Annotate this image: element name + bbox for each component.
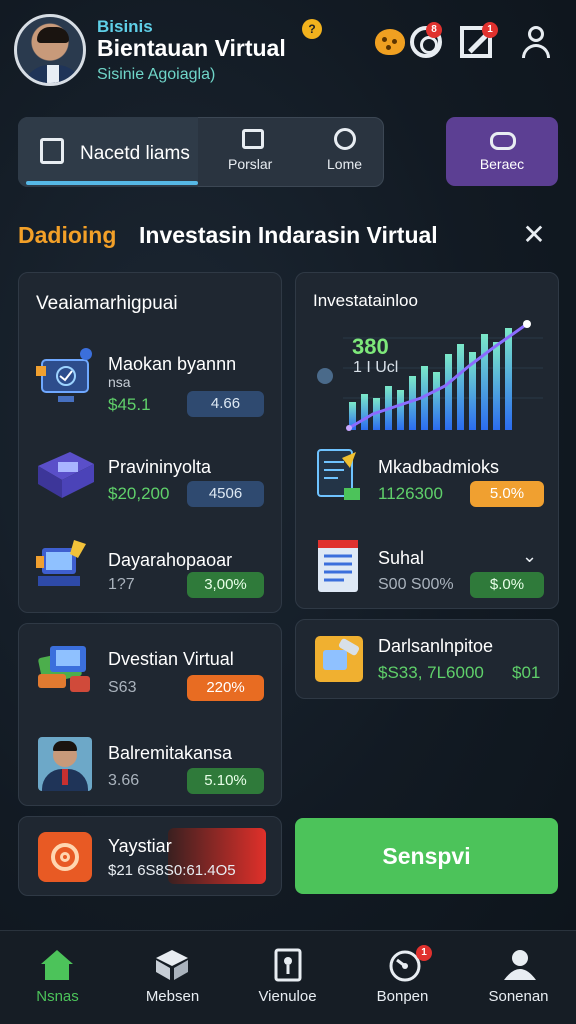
- card-title: Veaiamarhigpuai: [36, 293, 178, 314]
- item-name: Dayarahopaoar: [108, 550, 233, 570]
- item-name: Balremitakansa: [108, 743, 233, 763]
- item-name: Mkadbadmioks: [378, 457, 500, 477]
- tab-label-portfolio[interactable]: Porslar: [228, 156, 272, 172]
- item-name: Darlsanlnpitoe: [378, 636, 494, 656]
- item-name: Maokan byannn: [108, 354, 237, 374]
- item-pill[interactable]: 4506: [187, 481, 264, 507]
- nav-label-box[interactable]: Mebsen: [115, 988, 230, 1005]
- item-pill[interactable]: 5.0%: [470, 481, 544, 507]
- cookie-icon[interactable]: [372, 24, 408, 60]
- report-icon: [318, 540, 358, 592]
- item-sub: nsa: [108, 374, 131, 390]
- section-title: Investasin Indarasin Virtual: [139, 222, 438, 248]
- tools-icon: [315, 636, 363, 682]
- item-value: $21 6S8S0:61.4O5: [108, 862, 236, 879]
- server-icon: [38, 452, 94, 498]
- tab-label-active[interactable]: Nacetd liams: [80, 143, 190, 165]
- primary-action-button[interactable]: Senspvi: [295, 818, 558, 894]
- growth-chart: [317, 320, 543, 431]
- cash-icon: [38, 646, 90, 692]
- portfolio-icon[interactable]: [242, 129, 264, 149]
- item-value: 1126300: [378, 484, 443, 503]
- swirl-icon: [38, 832, 92, 882]
- item-pill[interactable]: 4.66: [187, 391, 264, 417]
- person-icon[interactable]: [334, 128, 356, 150]
- document-chart-icon: [317, 449, 360, 500]
- item-name: Dvestian Virtual: [108, 649, 234, 669]
- app-subtitle: Sisinie Agoiagla): [97, 66, 216, 83]
- box-icon[interactable]: [154, 948, 190, 982]
- chat-icon: [490, 132, 516, 150]
- nav-label-timer[interactable]: Bonpen: [345, 988, 460, 1005]
- avatar[interactable]: [14, 14, 86, 86]
- item-value: $45.1: [108, 395, 151, 414]
- item-value: $20,200: [108, 484, 170, 503]
- profile-icon[interactable]: [502, 948, 538, 982]
- promo-label: Beraec: [479, 156, 525, 172]
- nav-label-profile[interactable]: Sonenan: [461, 988, 576, 1005]
- workstation-icon: [36, 540, 86, 586]
- notification-badge: 8: [426, 22, 442, 38]
- chevron-down-icon[interactable]: ⌄: [522, 546, 537, 567]
- section-prefix: Dadioing: [18, 222, 117, 248]
- chart-value: 380: [352, 334, 389, 359]
- tab-underline: [26, 181, 198, 185]
- promo-button[interactable]: [446, 117, 558, 186]
- card-title: Investatainloo: [313, 291, 418, 310]
- dashboard-icon: [36, 348, 92, 402]
- item-pill[interactable]: 220%: [187, 675, 264, 701]
- notification-badge: 1: [482, 22, 498, 38]
- app-small-title: Bisinis: [97, 17, 153, 36]
- home-outline-icon: [40, 138, 64, 164]
- item-value: S63: [108, 679, 137, 696]
- item-name: Suhal: [378, 548, 425, 568]
- item-value: S00 S00%: [378, 576, 454, 593]
- item-name: Pravininyolta: [108, 457, 212, 477]
- app-title: Bientauan Virtual: [97, 35, 286, 61]
- item-value: 3.66: [108, 772, 140, 789]
- tab-label-home[interactable]: Lome: [327, 156, 362, 172]
- notification-badge: 1: [416, 945, 432, 961]
- chart-subvalue: 1 I Ucl: [353, 359, 399, 376]
- document-icon[interactable]: [270, 948, 306, 982]
- item-pill[interactable]: $.0%: [470, 572, 544, 598]
- item-name: Yaystiar: [108, 836, 172, 856]
- advisor-avatar: [38, 737, 92, 791]
- close-icon[interactable]: ✕: [520, 220, 548, 250]
- item-value: $S33, 7L6000: [378, 663, 484, 682]
- item-value-2: $01: [512, 663, 541, 682]
- home-icon[interactable]: [39, 948, 75, 982]
- nav-label-document[interactable]: Vienuloe: [230, 988, 345, 1005]
- user-icon[interactable]: [518, 24, 554, 60]
- nav-label-home[interactable]: Nsnas: [0, 988, 115, 1005]
- item-pill[interactable]: 3,00%: [187, 572, 264, 598]
- item-pill[interactable]: 5.10%: [187, 768, 264, 794]
- item-value: 1?7: [108, 576, 135, 593]
- info-badge[interactable]: ?: [302, 19, 322, 39]
